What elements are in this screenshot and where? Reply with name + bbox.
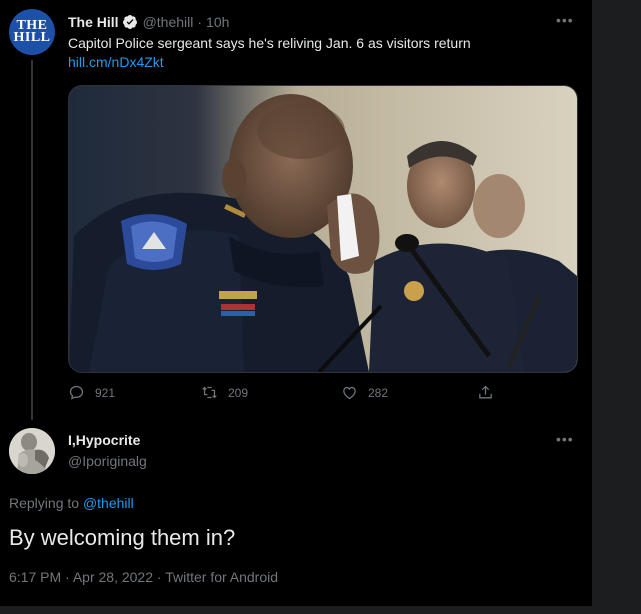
thread-connector-line: [31, 60, 33, 420]
tweet-link[interactable]: hill.cm/nDx4Zkt: [68, 54, 164, 70]
share-button[interactable]: [477, 384, 504, 401]
reply-author-handle[interactable]: @Iporiginalg: [68, 453, 147, 469]
retweet-button[interactable]: 209: [201, 384, 248, 401]
like-icon: [343, 386, 356, 400]
right-margin: [592, 0, 641, 614]
statue-avatar-icon: [9, 428, 55, 474]
replying-to-handle[interactable]: @thehill: [83, 495, 134, 511]
tweet-age[interactable]: 10h: [206, 14, 229, 30]
meta-separator-1: ·: [65, 569, 70, 585]
meta-separator-2: ·: [156, 569, 162, 585]
reply-count: 921: [95, 385, 116, 400]
tweet-body: Capitol Police sergeant says he's relivi…: [68, 35, 471, 51]
reply-author-avatar[interactable]: [9, 428, 55, 474]
retweet-icon: [202, 386, 217, 399]
like-button[interactable]: 282: [341, 384, 388, 401]
tweet-detail-panel: THE HILL The Hill @thehill · 10h ••• Cap…: [0, 0, 592, 606]
bottom-margin: [0, 606, 641, 614]
reply-source: Twitter for Android: [165, 569, 279, 585]
reply-more-options-icon[interactable]: •••: [556, 431, 574, 447]
tweet-action-bar: 921 209 282: [68, 384, 508, 404]
reply-date[interactable]: Apr 28, 2022: [73, 569, 153, 585]
more-options-icon[interactable]: •••: [556, 12, 574, 28]
news-photo-illustration: [69, 86, 577, 372]
original-tweet-header: The Hill @thehill · 10h: [68, 12, 229, 32]
replying-to-line: Replying to @thehill: [9, 495, 134, 511]
reply-icon: [69, 385, 84, 400]
author-handle[interactable]: @thehill: [143, 14, 194, 30]
retweet-count: 209: [228, 385, 249, 400]
reply-tweet-text: By welcoming them in?: [9, 525, 236, 550]
separator-dot: ·: [197, 14, 203, 30]
share-icon: [479, 385, 492, 399]
replying-to-prefix: Replying to: [9, 495, 83, 511]
reply-time[interactable]: 6:17 PM: [9, 569, 61, 585]
reply-button[interactable]: 921: [68, 384, 115, 401]
reply-tweet-meta: 6:17 PM · Apr 28, 2022 · Twitter for And…: [9, 569, 278, 585]
verified-badge-icon: [122, 14, 138, 30]
author-display-name[interactable]: The Hill: [68, 14, 119, 30]
tweet-photo[interactable]: [68, 85, 578, 373]
reply-author-name[interactable]: I,Hypocrite: [68, 432, 140, 448]
avatar-logo-line2: HILL: [13, 30, 51, 45]
like-count: 282: [368, 385, 389, 400]
original-tweet-text: Capitol Police sergeant says he's relivi…: [68, 34, 558, 72]
the-hill-avatar[interactable]: THE HILL: [9, 9, 55, 55]
